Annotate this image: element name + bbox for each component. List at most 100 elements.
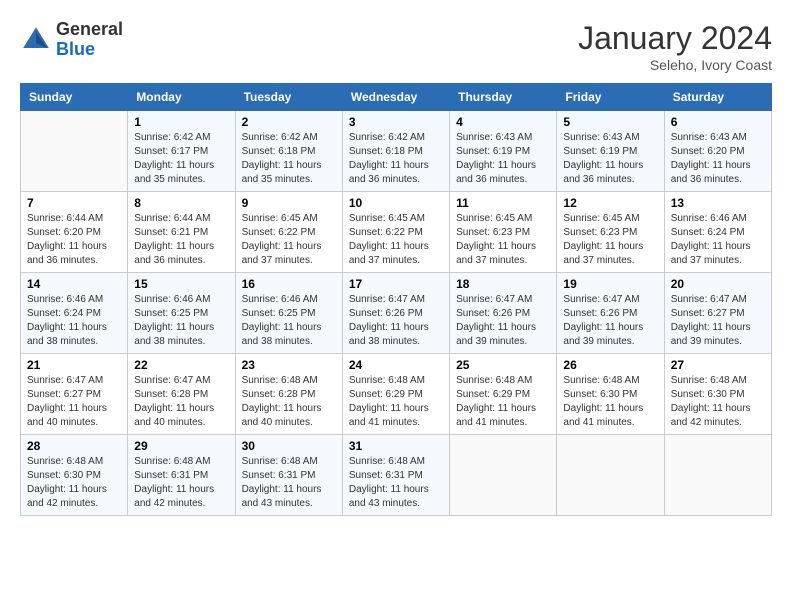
day-info: Sunrise: 6:48 AMSunset: 6:30 PMDaylight:… <box>671 374 765 430</box>
day-info: Sunrise: 6:45 AMSunset: 6:22 PMDaylight:… <box>242 212 336 268</box>
calendar-cell: 8 Sunrise: 6:44 AMSunset: 6:21 PMDayligh… <box>128 192 235 273</box>
calendar-cell: 26 Sunrise: 6:48 AMSunset: 6:30 PMDaylig… <box>557 354 664 435</box>
day-number: 24 <box>349 358 443 372</box>
day-number: 31 <box>349 439 443 453</box>
day-number: 25 <box>456 358 550 372</box>
calendar-week-row: 1 Sunrise: 6:42 AMSunset: 6:17 PMDayligh… <box>21 111 772 192</box>
day-info: Sunrise: 6:45 AMSunset: 6:22 PMDaylight:… <box>349 212 443 268</box>
calendar-week-row: 28 Sunrise: 6:48 AMSunset: 6:30 PMDaylig… <box>21 435 772 516</box>
day-info: Sunrise: 6:44 AMSunset: 6:21 PMDaylight:… <box>134 212 228 268</box>
weekday-header: Friday <box>557 84 664 111</box>
calendar-cell: 9 Sunrise: 6:45 AMSunset: 6:22 PMDayligh… <box>235 192 342 273</box>
day-info: Sunrise: 6:47 AMSunset: 6:27 PMDaylight:… <box>671 293 765 349</box>
day-info: Sunrise: 6:44 AMSunset: 6:20 PMDaylight:… <box>27 212 121 268</box>
calendar-cell: 19 Sunrise: 6:47 AMSunset: 6:26 PMDaylig… <box>557 273 664 354</box>
day-number: 10 <box>349 196 443 210</box>
calendar-cell: 1 Sunrise: 6:42 AMSunset: 6:17 PMDayligh… <box>128 111 235 192</box>
weekday-header: Wednesday <box>342 84 449 111</box>
calendar-cell <box>450 435 557 516</box>
calendar-week-row: 21 Sunrise: 6:47 AMSunset: 6:27 PMDaylig… <box>21 354 772 435</box>
calendar-cell <box>21 111 128 192</box>
day-info: Sunrise: 6:48 AMSunset: 6:31 PMDaylight:… <box>134 455 228 511</box>
calendar-cell: 20 Sunrise: 6:47 AMSunset: 6:27 PMDaylig… <box>664 273 771 354</box>
day-info: Sunrise: 6:47 AMSunset: 6:26 PMDaylight:… <box>456 293 550 349</box>
day-number: 22 <box>134 358 228 372</box>
calendar-cell: 31 Sunrise: 6:48 AMSunset: 6:31 PMDaylig… <box>342 435 449 516</box>
calendar-cell: 27 Sunrise: 6:48 AMSunset: 6:30 PMDaylig… <box>664 354 771 435</box>
logo-text: General Blue <box>56 20 123 60</box>
day-number: 5 <box>563 115 657 129</box>
logo-icon <box>20 24 52 56</box>
calendar-cell: 17 Sunrise: 6:47 AMSunset: 6:26 PMDaylig… <box>342 273 449 354</box>
day-number: 15 <box>134 277 228 291</box>
day-number: 27 <box>671 358 765 372</box>
day-number: 30 <box>242 439 336 453</box>
day-info: Sunrise: 6:46 AMSunset: 6:25 PMDaylight:… <box>242 293 336 349</box>
day-info: Sunrise: 6:46 AMSunset: 6:25 PMDaylight:… <box>134 293 228 349</box>
weekday-header: Sunday <box>21 84 128 111</box>
day-info: Sunrise: 6:48 AMSunset: 6:31 PMDaylight:… <box>349 455 443 511</box>
calendar-cell: 11 Sunrise: 6:45 AMSunset: 6:23 PMDaylig… <box>450 192 557 273</box>
day-number: 11 <box>456 196 550 210</box>
calendar-header-row: SundayMondayTuesdayWednesdayThursdayFrid… <box>21 84 772 111</box>
day-info: Sunrise: 6:43 AMSunset: 6:20 PMDaylight:… <box>671 131 765 187</box>
day-number: 16 <box>242 277 336 291</box>
calendar-cell: 6 Sunrise: 6:43 AMSunset: 6:20 PMDayligh… <box>664 111 771 192</box>
day-number: 3 <box>349 115 443 129</box>
weekday-header: Monday <box>128 84 235 111</box>
day-info: Sunrise: 6:43 AMSunset: 6:19 PMDaylight:… <box>456 131 550 187</box>
calendar-cell: 22 Sunrise: 6:47 AMSunset: 6:28 PMDaylig… <box>128 354 235 435</box>
calendar-cell: 14 Sunrise: 6:46 AMSunset: 6:24 PMDaylig… <box>21 273 128 354</box>
calendar-cell: 25 Sunrise: 6:48 AMSunset: 6:29 PMDaylig… <box>450 354 557 435</box>
calendar-cell: 28 Sunrise: 6:48 AMSunset: 6:30 PMDaylig… <box>21 435 128 516</box>
day-number: 14 <box>27 277 121 291</box>
calendar-cell: 5 Sunrise: 6:43 AMSunset: 6:19 PMDayligh… <box>557 111 664 192</box>
calendar-cell: 16 Sunrise: 6:46 AMSunset: 6:25 PMDaylig… <box>235 273 342 354</box>
calendar-cell: 18 Sunrise: 6:47 AMSunset: 6:26 PMDaylig… <box>450 273 557 354</box>
day-info: Sunrise: 6:42 AMSunset: 6:18 PMDaylight:… <box>349 131 443 187</box>
day-info: Sunrise: 6:48 AMSunset: 6:31 PMDaylight:… <box>242 455 336 511</box>
weekday-header: Thursday <box>450 84 557 111</box>
day-info: Sunrise: 6:48 AMSunset: 6:29 PMDaylight:… <box>456 374 550 430</box>
day-number: 2 <box>242 115 336 129</box>
logo-blue: Blue <box>56 39 95 59</box>
day-number: 29 <box>134 439 228 453</box>
logo-general: General <box>56 19 123 39</box>
calendar-cell: 10 Sunrise: 6:45 AMSunset: 6:22 PMDaylig… <box>342 192 449 273</box>
weekday-header: Saturday <box>664 84 771 111</box>
calendar-week-row: 14 Sunrise: 6:46 AMSunset: 6:24 PMDaylig… <box>21 273 772 354</box>
day-info: Sunrise: 6:47 AMSunset: 6:26 PMDaylight:… <box>349 293 443 349</box>
calendar-cell: 15 Sunrise: 6:46 AMSunset: 6:25 PMDaylig… <box>128 273 235 354</box>
day-info: Sunrise: 6:45 AMSunset: 6:23 PMDaylight:… <box>456 212 550 268</box>
day-info: Sunrise: 6:45 AMSunset: 6:23 PMDaylight:… <box>563 212 657 268</box>
day-info: Sunrise: 6:43 AMSunset: 6:19 PMDaylight:… <box>563 131 657 187</box>
month-year: January 2024 <box>578 20 772 57</box>
day-number: 9 <box>242 196 336 210</box>
day-info: Sunrise: 6:48 AMSunset: 6:28 PMDaylight:… <box>242 374 336 430</box>
day-info: Sunrise: 6:47 AMSunset: 6:26 PMDaylight:… <box>563 293 657 349</box>
logo: General Blue <box>20 20 123 60</box>
calendar-cell: 13 Sunrise: 6:46 AMSunset: 6:24 PMDaylig… <box>664 192 771 273</box>
day-info: Sunrise: 6:47 AMSunset: 6:27 PMDaylight:… <box>27 374 121 430</box>
calendar-cell <box>557 435 664 516</box>
day-number: 23 <box>242 358 336 372</box>
calendar-table: SundayMondayTuesdayWednesdayThursdayFrid… <box>20 83 772 516</box>
calendar-cell: 24 Sunrise: 6:48 AMSunset: 6:29 PMDaylig… <box>342 354 449 435</box>
calendar-cell: 7 Sunrise: 6:44 AMSunset: 6:20 PMDayligh… <box>21 192 128 273</box>
day-info: Sunrise: 6:42 AMSunset: 6:18 PMDaylight:… <box>242 131 336 187</box>
calendar-cell: 29 Sunrise: 6:48 AMSunset: 6:31 PMDaylig… <box>128 435 235 516</box>
day-info: Sunrise: 6:48 AMSunset: 6:30 PMDaylight:… <box>563 374 657 430</box>
title-block: January 2024 Seleho, Ivory Coast <box>578 20 772 73</box>
calendar-cell: 23 Sunrise: 6:48 AMSunset: 6:28 PMDaylig… <box>235 354 342 435</box>
calendar-cell: 21 Sunrise: 6:47 AMSunset: 6:27 PMDaylig… <box>21 354 128 435</box>
calendar-cell: 3 Sunrise: 6:42 AMSunset: 6:18 PMDayligh… <box>342 111 449 192</box>
calendar-cell: 2 Sunrise: 6:42 AMSunset: 6:18 PMDayligh… <box>235 111 342 192</box>
page-header: General Blue January 2024 Seleho, Ivory … <box>20 20 772 73</box>
location: Seleho, Ivory Coast <box>578 57 772 73</box>
day-info: Sunrise: 6:47 AMSunset: 6:28 PMDaylight:… <box>134 374 228 430</box>
day-number: 4 <box>456 115 550 129</box>
day-info: Sunrise: 6:42 AMSunset: 6:17 PMDaylight:… <box>134 131 228 187</box>
day-number: 21 <box>27 358 121 372</box>
day-number: 7 <box>27 196 121 210</box>
day-number: 12 <box>563 196 657 210</box>
